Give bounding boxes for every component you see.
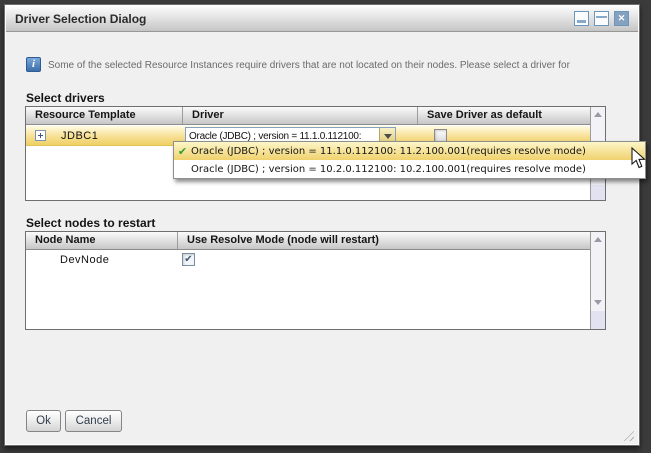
column-header-driver[interactable]: Driver [183,107,418,124]
restore-icon[interactable] [594,11,609,26]
ok-button[interactable]: Ok [26,410,61,432]
expand-plus-icon[interactable] [35,130,46,141]
dropdown-option-label: Oracle (JDBC) ; version = 10.2.0.112100:… [191,163,586,175]
scrollbar-up-icon[interactable] [591,233,605,247]
nodes-table-header: Node Name Use Resolve Mode (node will re… [26,232,590,250]
nodes-table: Node Name Use Resolve Mode (node will re… [25,231,606,330]
scrollbar-up-icon[interactable] [591,108,605,122]
dialog-titlebar[interactable]: Driver Selection Dialog [6,6,638,32]
screen-backdrop: Driver Selection Dialog i Some of the se… [0,0,651,453]
close-icon[interactable] [614,11,629,26]
drivers-table-header: Resource Template Driver Save Driver as … [26,107,590,125]
mouse-cursor-icon [631,147,646,169]
use-resolve-mode-checkbox[interactable] [182,253,195,266]
info-banner: i Some of the selected Resource Instance… [26,57,625,72]
dialog-title: Driver Selection Dialog [15,11,147,26]
nodes-table-scrollbar[interactable] [590,232,605,329]
scrollbar-down-icon[interactable] [591,295,605,309]
dropdown-option-1[interactable]: Oracle (JDBC) ; version = 11.1.0.112100:… [174,142,645,160]
info-icon: i [26,57,41,72]
window-controls [574,11,629,26]
resource-template-value: JDBC1 [61,129,99,142]
select-nodes-label: Select nodes to restart [26,216,156,230]
table-row-devnode[interactable]: DevNode [26,251,590,269]
column-header-node-name[interactable]: Node Name [26,232,178,249]
driver-selection-dialog: Driver Selection Dialog i Some of the se… [4,4,640,446]
column-header-save-driver-default[interactable]: Save Driver as default [418,107,590,124]
resize-grip[interactable] [621,428,634,441]
cancel-button[interactable]: Cancel [65,410,122,432]
scrollbar-filler [591,311,605,329]
info-message: Some of the selected Resource Instances … [48,60,570,71]
minimize-icon[interactable] [574,11,589,26]
driver-dropdown-list: Oracle (JDBC) ; version = 11.1.0.112100:… [173,141,646,179]
selected-check-icon [174,145,191,158]
dropdown-option-label: Oracle (JDBC) ; version = 11.1.0.112100:… [191,145,586,157]
node-name-value: DevNode [60,254,110,266]
column-header-resource-template[interactable]: Resource Template [26,107,183,124]
select-drivers-label: Select drivers [26,91,105,105]
dropdown-option-2[interactable]: Oracle (JDBC) ; version = 10.2.0.112100:… [174,160,645,178]
scrollbar-filler [591,185,605,200]
column-header-use-resolve-mode[interactable]: Use Resolve Mode (node will restart) [178,232,590,249]
